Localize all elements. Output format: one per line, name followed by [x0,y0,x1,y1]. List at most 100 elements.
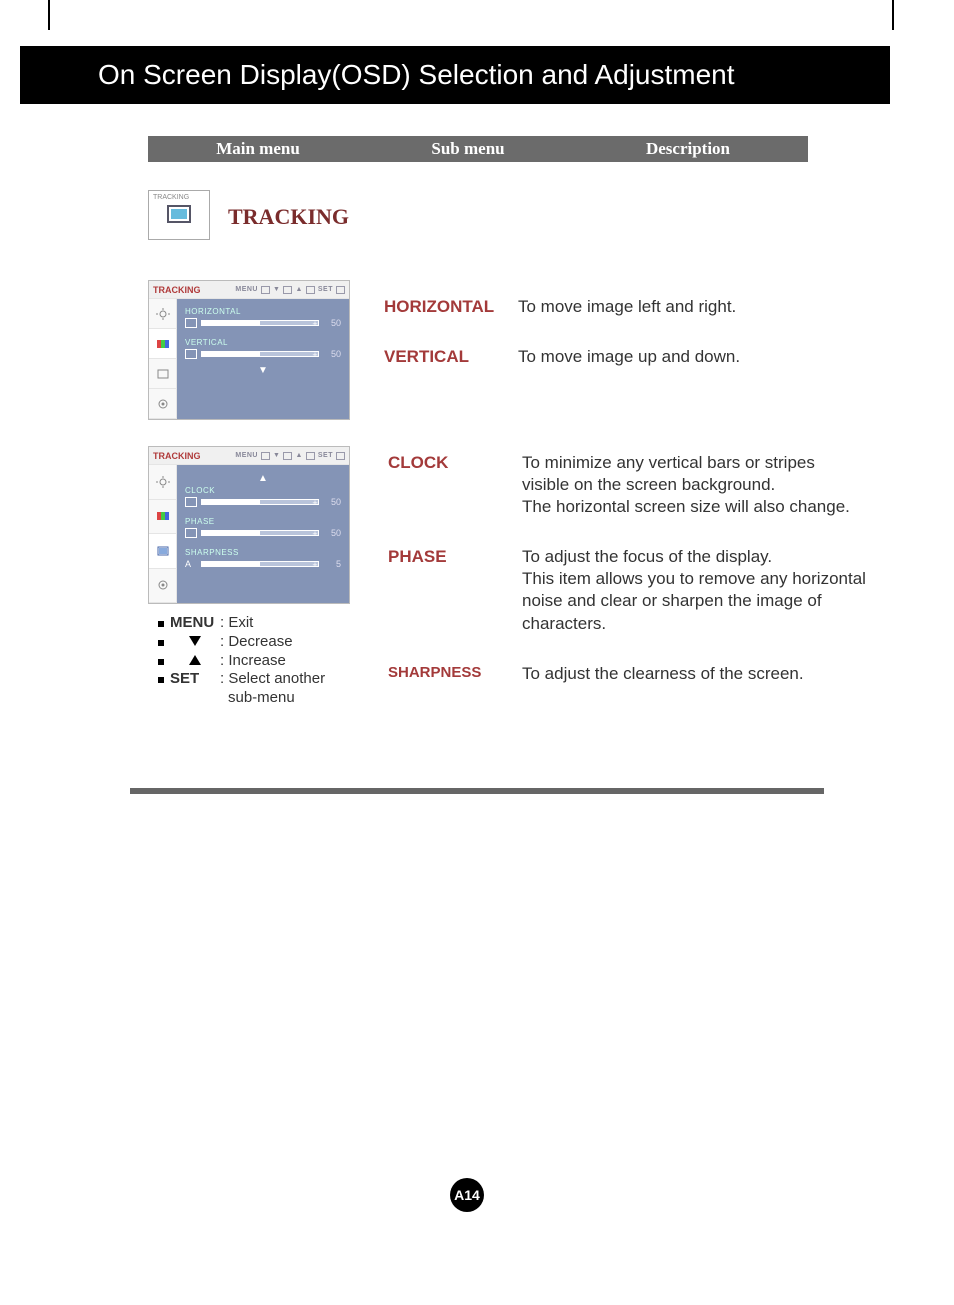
phase-icon [185,528,197,538]
osd-sidebar [149,299,177,419]
minus-box-icon [283,286,292,294]
legend-desc: sub-menu [220,689,295,708]
legend-desc: : Increase [220,652,286,671]
plus-icon: + [310,319,320,329]
osd-content: ▲ CLOCK − + 50 PHASE − [177,465,349,603]
set-box-icon [336,452,345,460]
plus-icon: + [310,529,320,539]
osd-header: TRACKING MENU ▼ ▲ SET [149,447,349,465]
menu-box-icon [261,452,270,460]
plus-icon: + [310,560,320,570]
page-number: A14 [454,1187,480,1203]
brightness-icon [149,299,176,329]
osd-title: TRACKING [153,451,201,461]
down-icon: ▼ [273,452,280,459]
button-legend: MENU : Exit : Decrease : Increase SET : … [158,614,325,708]
legend-desc: : Exit [220,614,253,633]
down-icon: ▼ [273,286,280,293]
triangle-down-icon [189,636,201,646]
up-icon: ▲ [295,452,302,459]
osd-row-horizontal: HORIZONTAL − + 50 [185,307,341,328]
scroll-up-icon: ▲ [185,473,341,484]
setup-icon [149,389,176,419]
set-box-icon [336,286,345,294]
def-desc: To move image up and down. [518,346,740,368]
legend-key: SET [170,670,220,689]
sharpness-icon: A [185,559,197,569]
tracking-icon-label: TRACKING [149,191,209,201]
page-number-badge: A14 [450,1178,484,1212]
col-description: Description [568,139,808,159]
def-desc: To adjust the clearness of the screen. [522,663,804,685]
bullet-icon [158,677,164,683]
osd-row-vertical: VERTICAL − + 50 [185,338,341,359]
row-label: PHASE [185,517,341,526]
row-label: VERTICAL [185,338,341,347]
section-title: TRACKING [228,204,349,230]
bullet-icon [158,640,164,646]
brightness-icon [149,465,176,500]
def-desc: To move image left and right. [518,296,736,318]
minus-box-icon [283,452,292,460]
horizontal-icon [185,318,197,328]
clock-icon [185,497,197,507]
osd-row-clock: CLOCK − + 50 [185,486,341,507]
osd-title: TRACKING [153,285,201,295]
tracking-icon [167,205,191,223]
value: 50 [323,528,341,538]
legend-desc: : Select another [220,670,325,689]
def-key: HORIZONTAL [384,296,518,318]
setup-icon [149,569,176,604]
osd-row-sharpness: SHARPNESS A − + 5 [185,548,341,569]
value: 50 [323,497,341,507]
vertical-icon [185,349,197,359]
triangle-up-icon [189,655,201,665]
def-key: PHASE [388,546,522,634]
slider: − + [201,320,319,326]
menu-label: MENU [235,286,258,293]
osd-header-controls: MENU ▼ ▲ SET [235,452,345,460]
divider [130,788,824,794]
bullet-icon [158,659,164,665]
tracking-icon-card: TRACKING [148,190,210,240]
row-label: SHARPNESS [185,548,341,557]
col-sub-menu: Sub menu [368,139,568,159]
menu-box-icon [261,286,270,294]
plus-icon: + [310,498,320,508]
plus-icon: + [310,350,320,360]
menu-label: MENU [235,452,258,459]
up-icon: ▲ [295,286,302,293]
tracking-tab-icon [149,359,176,389]
crop-mark [48,0,50,30]
osd-header: TRACKING MENU ▼ ▲ SET [149,281,349,299]
osd-content: HORIZONTAL − + 50 VERTICAL − [177,299,349,419]
row-label: HORIZONTAL [185,307,341,316]
value: 50 [323,349,341,359]
column-header-bar: Main menu Sub menu Description [148,136,808,162]
def-key: CLOCK [388,452,522,518]
legend-key: MENU [170,614,220,633]
def-key: SHARPNESS [388,663,522,685]
row-label: CLOCK [185,486,341,495]
slider: − + [201,351,319,357]
color-icon [149,329,176,359]
col-main-menu: Main menu [148,139,368,159]
value: 50 [323,318,341,328]
def-desc: To minimize any vertical bars or stripes… [522,452,866,518]
color-icon [149,500,176,535]
osd-sidebar [149,465,177,603]
osd-panel-clock-phase: TRACKING MENU ▼ ▲ SET [148,446,350,604]
slider: − + [201,530,319,536]
plus-box-icon [306,452,315,460]
slider: − + [201,499,319,505]
set-label: SET [318,286,333,293]
tracking-tab-icon [149,534,176,569]
def-key: VERTICAL [384,346,518,368]
plus-box-icon [306,286,315,294]
definitions-lower: CLOCK To minimize any vertical bars or s… [388,452,866,713]
osd-header-controls: MENU ▼ ▲ SET [235,286,345,294]
osd-row-phase: PHASE − + 50 [185,517,341,538]
legend-desc: : Decrease [220,633,293,652]
definitions-upper: HORIZONTAL To move image left and right.… [384,296,862,396]
page-title: On Screen Display(OSD) Selection and Adj… [98,59,735,91]
